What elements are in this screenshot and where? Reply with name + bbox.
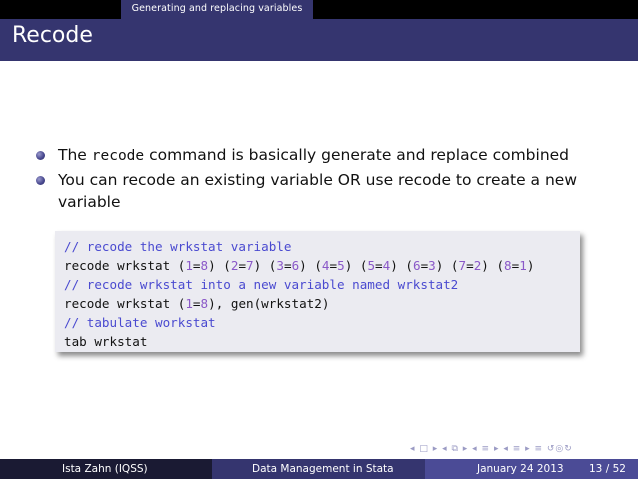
beamer-navigation-icons[interactable]: ◂ □ ▸ ◂ ⧉ ▸ ◂ ≡ ▸ ◂ ≡ ▸ ≡ ↺◎↻ bbox=[410, 444, 630, 458]
code-line: recode wrkstat (1=8), gen(wrkstat2) bbox=[64, 296, 330, 311]
bullet-item: You can recode an existing variable OR u… bbox=[34, 169, 604, 213]
section-navigation[interactable]: Generating and replacing variables bbox=[121, 0, 313, 19]
bullet-text-line2: variable bbox=[58, 193, 121, 211]
bullet-list: The recode command is basically generate… bbox=[34, 144, 604, 215]
footer-page-number: 13 / 52 bbox=[589, 463, 626, 475]
inline-code: recode bbox=[91, 148, 145, 164]
frame-title: Recode bbox=[12, 23, 93, 48]
code-line: recode wrkstat (1=8) (2=7) (3=6) (4=5) (… bbox=[64, 258, 535, 273]
footer-date: January 24 2013 bbox=[477, 463, 564, 475]
section-title[interactable]: Generating and replacing variables bbox=[121, 3, 313, 14]
bullet-item: The recode command is basically generate… bbox=[34, 144, 604, 167]
footer-title-panel: Data Management in Stata bbox=[212, 459, 425, 479]
footer-title: Data Management in Stata bbox=[252, 463, 394, 475]
code-comment: // recode the wrkstat variable bbox=[64, 239, 292, 254]
code-block: // recode the wrkstat variable recode wr… bbox=[55, 231, 580, 352]
footer-author-panel: Ista Zahn (IQSS) bbox=[0, 459, 212, 479]
code-comment: // tabulate workstat bbox=[64, 315, 216, 330]
bullet-text-line1: You can recode an existing variable OR u… bbox=[58, 171, 578, 189]
code-comment: // recode wrkstat into a new variable na… bbox=[64, 277, 459, 292]
footer-date-panel: January 24 2013 13 / 52 bbox=[425, 459, 638, 479]
code-line: tab wrkstat bbox=[64, 334, 148, 349]
bullet-icon bbox=[36, 151, 45, 160]
header-bar: Generating and replacing variables bbox=[0, 0, 638, 19]
footer-author: Ista Zahn (IQSS) bbox=[62, 463, 148, 475]
bullet-text-pre: The bbox=[58, 146, 92, 164]
bullet-text-post: command is basically generate and replac… bbox=[144, 146, 570, 164]
bullet-icon bbox=[36, 176, 45, 185]
frame-title-bar: Recode bbox=[0, 19, 638, 61]
footer-bar: Ista Zahn (IQSS) Data Management in Stat… bbox=[0, 459, 638, 479]
